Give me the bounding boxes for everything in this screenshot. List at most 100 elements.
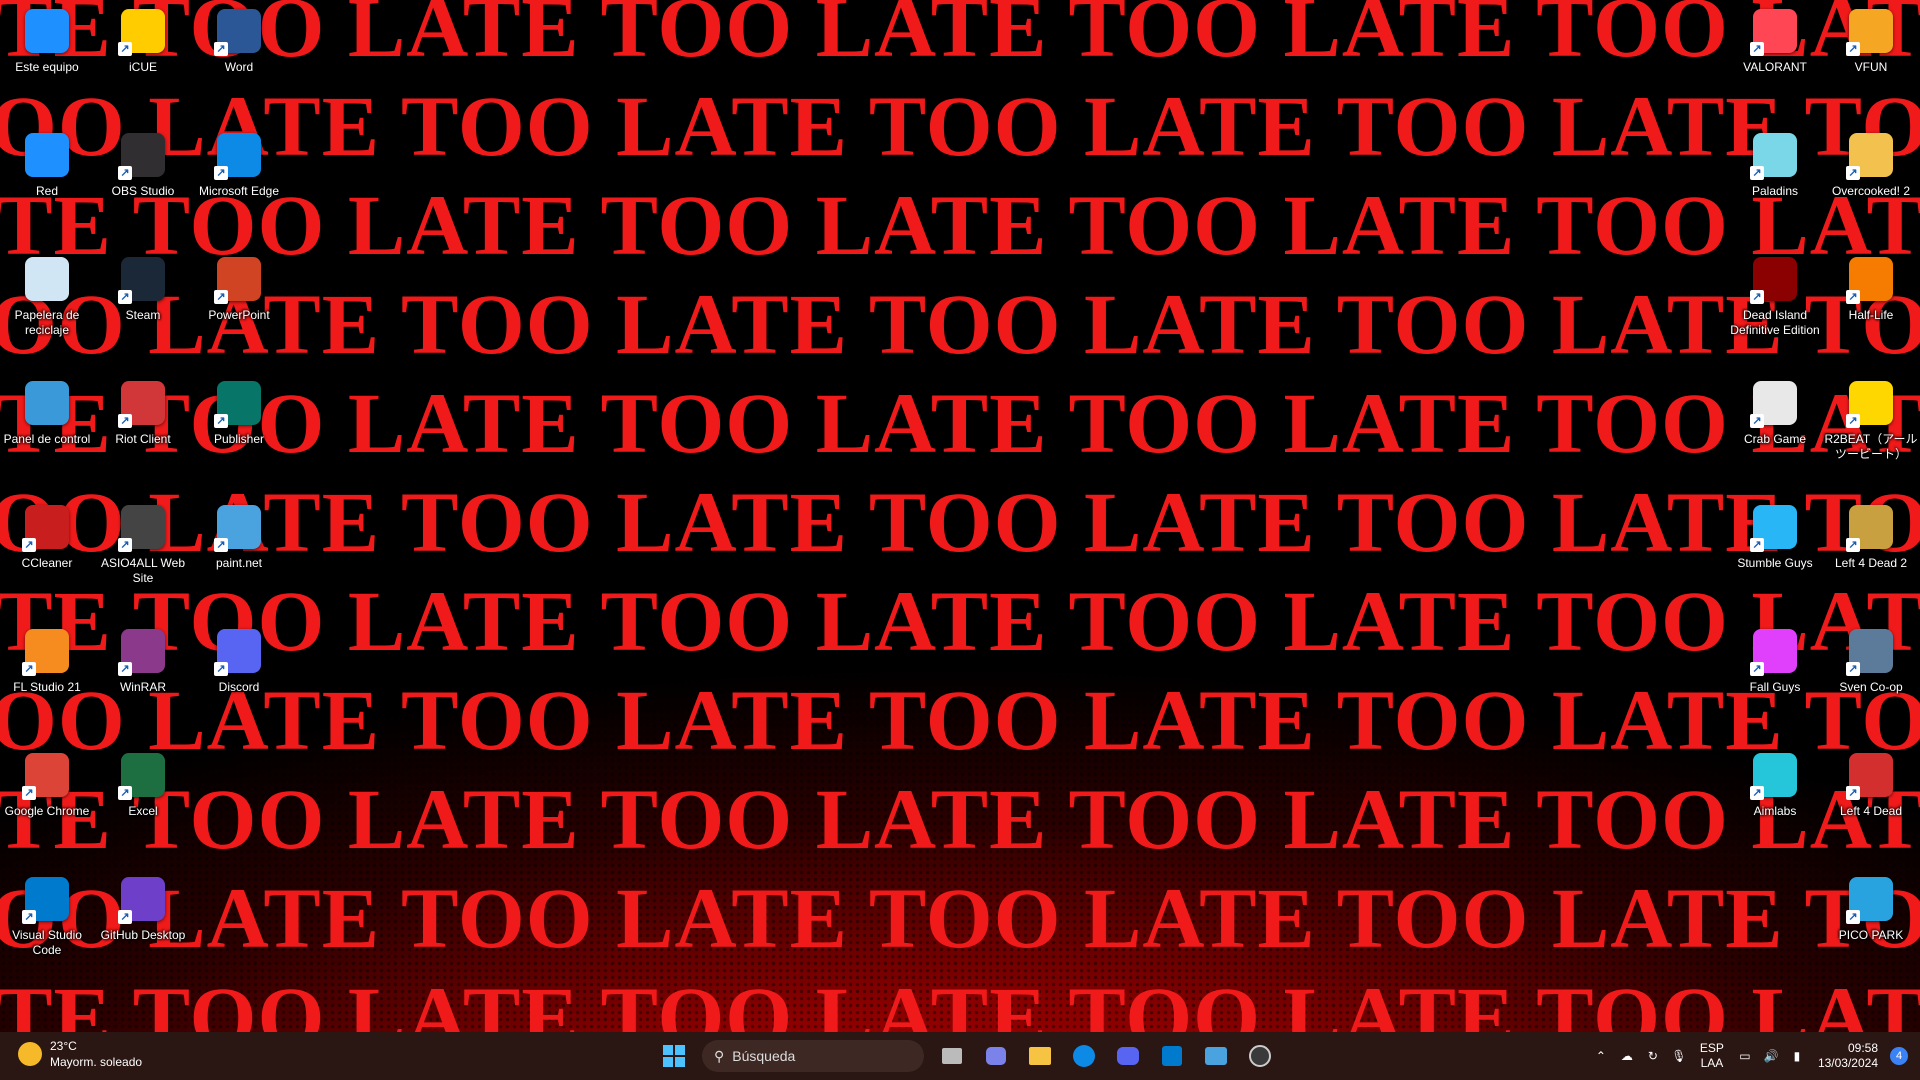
clock-time: 09:58 <box>1847 1041 1878 1055</box>
task-view-icon[interactable] <box>932 1038 972 1074</box>
edge-icon: ↗ <box>214 130 264 180</box>
desktop-icon-label: GitHub Desktop <box>100 928 186 942</box>
shortcut-arrow-icon: ↗ <box>118 414 132 428</box>
desktop-icon[interactable]: ↗ Stumble Guys <box>1728 502 1822 571</box>
icue-icon: ↗ <box>118 6 168 56</box>
desktop-icon[interactable]: ↗ Microsoft Edge <box>192 130 286 199</box>
desktop-icon[interactable]: ↗ Discord <box>192 626 286 695</box>
notification-badge[interactable]: 4 <box>1890 1047 1908 1065</box>
shortcut-arrow-icon: ↗ <box>22 662 36 676</box>
microphone-icon[interactable]: 🎙 <box>1666 1049 1692 1063</box>
desktop-icon[interactable]: Este equipo <box>0 6 94 75</box>
search-box[interactable]: ⚲ Búsqueda <box>702 1040 924 1072</box>
desktop-icon-label: Stumble Guys <box>1737 556 1813 570</box>
winrar-icon: ↗ <box>118 626 168 676</box>
r2beat-icon: ↗ <box>1846 378 1896 428</box>
desktop-icon[interactable]: Panel de control <box>0 378 94 447</box>
discord-taskbar-icon[interactable] <box>1108 1038 1148 1074</box>
shortcut-arrow-icon: ↗ <box>22 910 36 924</box>
desktop-icon[interactable]: ↗ R2BEAT（アールツービート） <box>1824 378 1918 462</box>
desktop-icon[interactable]: ↗ FL Studio 21 <box>0 626 94 695</box>
desktop-icon[interactable]: ↗ Left 4 Dead <box>1824 750 1918 819</box>
vscode-taskbar-icon[interactable] <box>1152 1038 1192 1074</box>
language-indicator[interactable]: ESP LAA <box>1700 1041 1724 1071</box>
control-panel-icon <box>22 378 72 428</box>
left4dead2-icon: ↗ <box>1846 502 1896 552</box>
app-taskbar-icon[interactable] <box>1196 1038 1236 1074</box>
desktop-icon[interactable]: ↗ iCUE <box>96 6 190 75</box>
shortcut-arrow-icon: ↗ <box>1846 538 1860 552</box>
desktop-icon[interactable]: ↗ Google Chrome <box>0 750 94 819</box>
pico-park-icon: ↗ <box>1846 874 1896 924</box>
shortcut-arrow-icon: ↗ <box>1846 662 1860 676</box>
desktop-icon[interactable]: ↗ paint.net <box>192 502 286 571</box>
riot-client-icon: ↗ <box>118 378 168 428</box>
desktop-icon[interactable]: ↗ WinRAR <box>96 626 190 695</box>
search-placeholder: Búsqueda <box>732 1048 796 1064</box>
desktop-icon[interactable]: Red <box>0 130 94 199</box>
file-explorer-icon[interactable] <box>1020 1038 1060 1074</box>
display-icon[interactable]: ▭ <box>1732 1049 1758 1063</box>
shortcut-arrow-icon: ↗ <box>118 42 132 56</box>
weather-condition: Mayorm. soleado <box>50 1055 143 1069</box>
wallpaper-text-row: OO LATE TOO LATE TOO LATE TOO LATE TOO L… <box>0 276 1920 372</box>
shortcut-arrow-icon: ↗ <box>1750 538 1764 552</box>
desktop-icon[interactable]: ↗ VALORANT <box>1728 6 1822 75</box>
desktop-icon-label: Google Chrome <box>4 804 90 818</box>
edge-taskbar-icon[interactable] <box>1064 1038 1104 1074</box>
desktop-icon-label: Red <box>35 184 58 198</box>
desktop-icon[interactable]: ↗ OBS Studio <box>96 130 190 199</box>
desktop-icon-label: Paladins <box>1751 184 1799 198</box>
dead-island-icon: ↗ <box>1750 254 1800 304</box>
discord-icon: ↗ <box>214 626 264 676</box>
desktop-icon[interactable]: ↗ ASIO4ALL Web Site <box>96 502 190 586</box>
wallpaper-text-row: LATE TOO LATE TOO LATE TOO LATE TOO LATE… <box>0 573 1920 669</box>
windows-start-icon[interactable] <box>654 1038 694 1074</box>
paladins-icon: ↗ <box>1750 130 1800 180</box>
desktop-icon[interactable]: ↗ PowerPoint <box>192 254 286 323</box>
desktop-icon[interactable]: ↗ Sven Co-op <box>1824 626 1918 695</box>
desktop-icon[interactable]: ↗ Publisher <box>192 378 286 447</box>
desktop-icon[interactable]: ↗ Steam <box>96 254 190 323</box>
desktop-icon[interactable]: ↗ Dead Island Definitive Edition <box>1728 254 1822 338</box>
wallpaper-text-row: LATE TOO LATE TOO LATE TOO LATE TOO LATE… <box>0 177 1920 273</box>
shortcut-arrow-icon: ↗ <box>1846 786 1860 800</box>
desktop-icon[interactable]: ↗ PICO PARK <box>1824 874 1918 943</box>
desktop-icon[interactable]: ↗ GitHub Desktop <box>96 874 190 943</box>
desktop-icon[interactable]: ↗ Fall Guys <box>1728 626 1822 695</box>
chevron-up-icon[interactable]: ⌃ <box>1588 1049 1614 1063</box>
system-tray: ⌃ ☁ ↻ 🎙 ESP LAA ▭ 🔊 ▮ 09:58 13/03/2024 4 <box>1588 1032 1920 1080</box>
volume-icon[interactable]: 🔊 <box>1758 1049 1784 1063</box>
desktop-icon[interactable]: ↗ Overcooked! 2 <box>1824 130 1918 199</box>
battery-icon[interactable]: ▮ <box>1784 1049 1810 1063</box>
publisher-icon: ↗ <box>214 378 264 428</box>
weather-widget[interactable]: 23°C Mayorm. soleado <box>18 1038 142 1070</box>
desktop-icon[interactable]: ↗ Riot Client <box>96 378 190 447</box>
powerpoint-icon: ↗ <box>214 254 264 304</box>
desktop-icon-label: Discord <box>218 680 260 694</box>
clock[interactable]: 09:58 13/03/2024 <box>1818 1041 1878 1071</box>
teams-chat-icon[interactable] <box>976 1038 1016 1074</box>
desktop-icon-label: ASIO4ALL Web Site <box>100 556 186 585</box>
desktop-icon[interactable]: ↗ Word <box>192 6 286 75</box>
desktop-icon[interactable]: ↗ Half-Life <box>1824 254 1918 323</box>
shortcut-arrow-icon: ↗ <box>118 786 132 800</box>
desktop-icon[interactable]: ↗ Visual Studio Code <box>0 874 94 958</box>
network-icon <box>22 130 72 180</box>
desktop-icon[interactable]: ↗ Paladins <box>1728 130 1822 199</box>
desktop-icon[interactable]: ↗ Excel <box>96 750 190 819</box>
cloud-icon[interactable]: ☁ <box>1614 1049 1640 1063</box>
wallpaper-text-row: LATE TOO LATE TOO LATE TOO LATE TOO LATE… <box>0 969 1920 1032</box>
desktop-icon[interactable]: ↗ CCleaner <box>0 502 94 571</box>
desktop-icon-label: WinRAR <box>119 680 166 694</box>
shortcut-arrow-icon: ↗ <box>22 786 36 800</box>
desktop-icon[interactable]: Papelera de reciclaje <box>0 254 94 338</box>
shortcut-arrow-icon: ↗ <box>1750 662 1764 676</box>
desktop-icon[interactable]: ↗ Aimlabs <box>1728 750 1822 819</box>
desktop-icon[interactable]: ↗ Left 4 Dead 2 <box>1824 502 1918 571</box>
desktop-icon[interactable]: ↗ Crab Game <box>1728 378 1822 447</box>
sync-icon[interactable]: ↻ <box>1640 1049 1666 1063</box>
obs-taskbar-icon[interactable] <box>1240 1038 1280 1074</box>
wallpaper-text-row: LATE TOO LATE TOO LATE TOO LATE TOO LATE… <box>0 771 1920 867</box>
desktop-icon[interactable]: ↗ VFUN <box>1824 6 1918 75</box>
